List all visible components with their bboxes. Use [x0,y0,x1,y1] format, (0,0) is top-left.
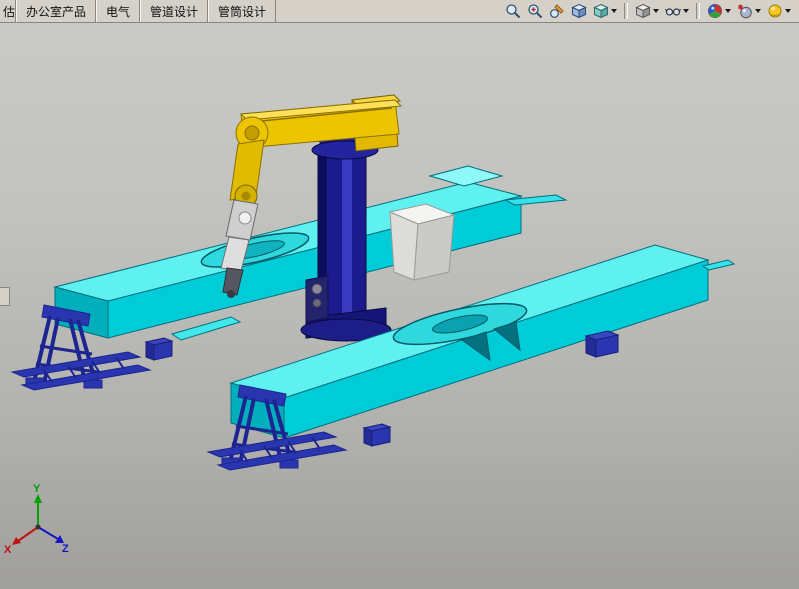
display-style-icon [635,3,651,19]
triad-x-label: X [4,544,12,556]
view-settings-dropdown-arrow[interactable] [785,9,791,13]
fixture-block[interactable] [390,204,454,280]
edit-appearance-button[interactable] [705,1,733,21]
toolbar-separator [624,3,628,19]
edit-appearance-dropdown-arrow[interactable] [725,9,731,13]
apply-scene-dropdown-arrow[interactable] [755,9,761,13]
tab-electrical[interactable]: 电气 [96,0,140,22]
command-manager-toolbar: 估 办公室产品 电气 管道设计 管筒设计 [0,0,799,23]
toolbar-separator [696,3,700,19]
orientation-triad: Y X Z [4,483,69,556]
tab-tubing-design[interactable]: 管筒设计 [208,0,276,22]
section-view-icon [571,3,587,19]
hide-show-items-dropdown-arrow[interactable] [683,9,689,13]
zoom-to-fit-icon [505,3,521,19]
view-settings-button[interactable] [765,1,793,21]
display-style-button[interactable] [633,1,661,21]
tab-piping-design[interactable]: 管道设计 [140,0,208,22]
triad-z-label: Z [62,543,69,555]
beam-right-foot[interactable] [586,331,618,357]
display-style-dropdown-arrow[interactable] [653,9,659,13]
section-view-button[interactable] [569,1,589,21]
hide-show-items-icon [665,3,681,19]
zoom-to-fit-button[interactable] [503,1,523,21]
column-motor [306,276,328,322]
tab-office-products[interactable]: 办公室产品 [16,0,96,22]
tab-evaluate-partial[interactable]: 估 [0,0,16,22]
zoom-to-area-icon [527,3,543,19]
model-canvas[interactable]: Y X Z [0,0,799,589]
beam-right-foot-mid[interactable] [364,424,390,446]
zoom-to-area-button[interactable] [525,1,545,21]
graphics-area[interactable]: Y X Z [0,0,799,589]
previous-view-icon [549,3,565,19]
cad-application-window: Y X Z 估 办公室产品 电气 管道设计 管筒设计 [0,0,799,589]
apply-scene-button[interactable] [735,1,763,21]
beam-left-foot[interactable] [146,338,172,360]
previous-view-button[interactable] [547,1,567,21]
command-tabs: 估 办公室产品 电气 管道设计 管筒设计 [0,0,276,22]
apply-scene-icon [737,3,753,19]
hide-show-items-button[interactable] [663,1,691,21]
feature-panel-collapsed-tab[interactable] [0,287,10,306]
view-orientation-button[interactable] [591,1,619,21]
view-orientation-icon [593,3,609,19]
view-orientation-dropdown-arrow[interactable] [611,9,617,13]
heads-up-view-toolbar [503,0,793,22]
view-settings-icon [767,3,783,19]
triad-y-label: Y [33,483,41,495]
edit-appearance-icon [707,3,723,19]
